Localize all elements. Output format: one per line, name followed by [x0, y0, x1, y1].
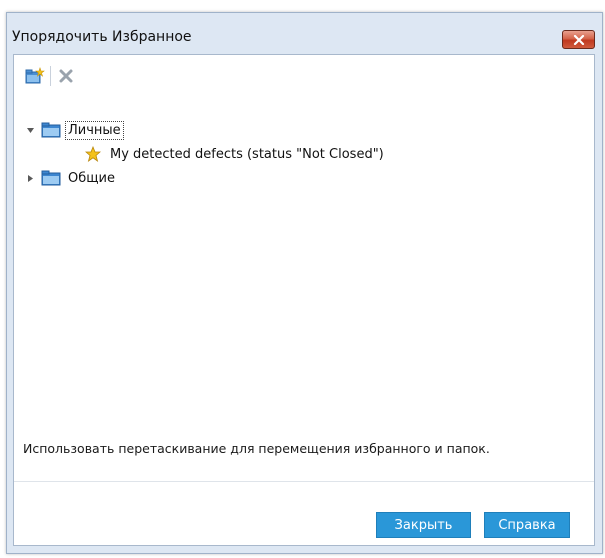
- tree-item-label: My detected defects (status "Not Closed"…: [110, 146, 384, 162]
- delete-button[interactable]: [55, 65, 77, 87]
- expand-arrow-icon[interactable]: [24, 172, 36, 184]
- new-folder-icon: [25, 67, 45, 84]
- window-title: Упорядочить Избранное: [12, 29, 192, 45]
- drag-drop-hint: Использовать перетаскивание для перемеще…: [23, 441, 490, 456]
- title-bar: Упорядочить Избранное: [7, 13, 602, 53]
- tree-item-favorite[interactable]: My detected defects (status "Not Closed"…: [82, 142, 387, 166]
- organize-favorites-dialog: Упорядочить Избранное Личные My detected…: [6, 12, 603, 554]
- folder-icon: [40, 121, 62, 139]
- tree-item-label: Личные: [65, 120, 124, 140]
- delete-icon: [59, 69, 73, 83]
- dialog-content: Личные My detected defects (status "Not …: [13, 54, 595, 546]
- new-folder-button[interactable]: [24, 65, 46, 87]
- toolbar-separator: [50, 66, 51, 86]
- tree-item-shared[interactable]: Общие: [24, 166, 118, 190]
- star-icon: [82, 145, 104, 163]
- close-icon: [573, 34, 584, 45]
- toolbar: [24, 64, 77, 88]
- tree-item-label: Общие: [68, 170, 115, 186]
- collapse-arrow-icon[interactable]: [24, 124, 36, 136]
- close-window-button[interactable]: [562, 30, 595, 49]
- tree-item-personal[interactable]: Личные: [24, 118, 124, 142]
- folder-icon: [40, 169, 62, 187]
- divider: [14, 481, 594, 482]
- page: Упорядочить Избранное Личные My detected…: [0, 0, 605, 558]
- help-button[interactable]: Справка: [484, 512, 570, 538]
- close-button[interactable]: Закрыть: [376, 512, 471, 538]
